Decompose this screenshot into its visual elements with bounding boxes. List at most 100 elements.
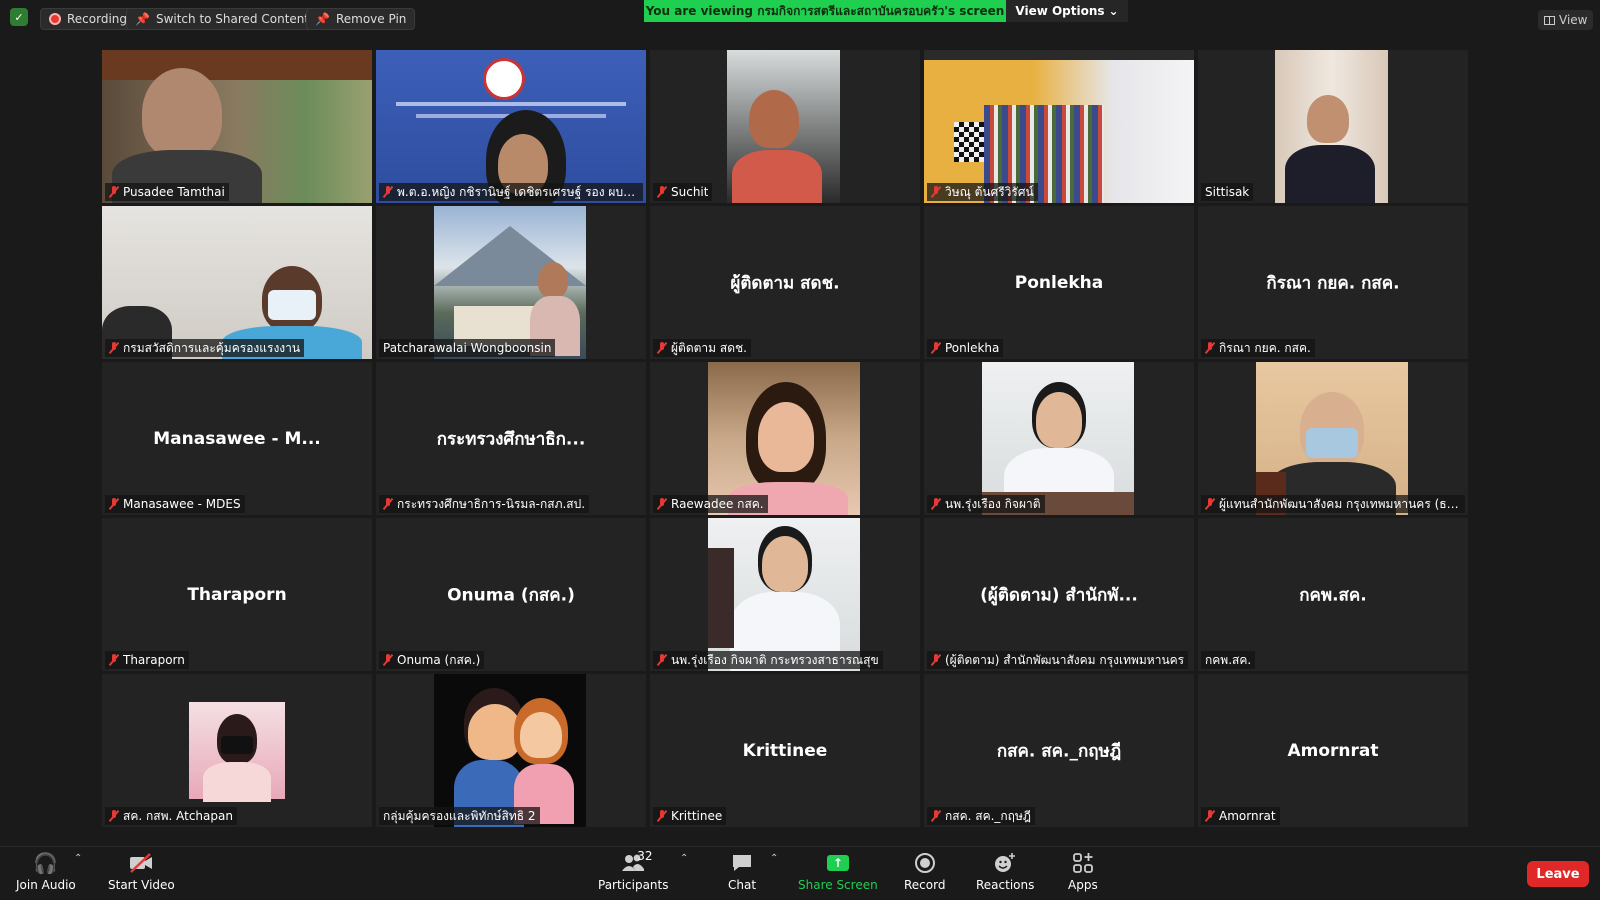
participant-display-name: Manasawee - M... xyxy=(153,428,321,449)
participant-name-label: (ผู้ติดตาม) สำนักพัฒนาสังคม กรุงเทพมหานค… xyxy=(927,651,1189,669)
mic-muted-icon xyxy=(931,186,941,198)
remove-pin-button[interactable]: 📌 Remove Pin xyxy=(306,8,416,30)
headphones-icon: 🎧 xyxy=(33,851,59,875)
share-screen-button[interactable]: ↑ Share Screen xyxy=(798,851,878,892)
participant-tile[interactable]: กิรณา กยค. กสค. กิรณา กยค. กสค. xyxy=(1198,206,1468,359)
participant-display-name: กคพ.สค. xyxy=(1299,585,1367,605)
apps-label: Apps xyxy=(1068,878,1098,892)
participant-tile[interactable]: ผู้แทนสำนักพัฒนาสังคม กรุงเทพมหานคร (ธนิ… xyxy=(1198,362,1468,515)
recording-dot-icon xyxy=(49,13,61,25)
participant-tile[interactable]: พ.ต.อ.หญิง กชิรานิษฐ์ เดชิตรเศรษฐ์ รอง ผ… xyxy=(376,50,646,203)
mic-muted-icon xyxy=(109,654,119,666)
participant-video xyxy=(1256,362,1408,515)
participant-name-label: กคพ.สค. xyxy=(1201,651,1256,669)
mic-muted-icon xyxy=(657,810,667,822)
participant-tile[interactable]: (ผู้ติดตาม) สำนักพั... (ผู้ติดตาม) สำนัก… xyxy=(924,518,1194,671)
switch-to-shared-content-button[interactable]: 📌 Switch to Shared Content xyxy=(126,8,319,30)
participant-tile[interactable]: Manasawee - M... Manasawee - MDES xyxy=(102,362,372,515)
share-screen-icon: ↑ xyxy=(826,851,849,875)
participant-tile[interactable]: Raewadee กสค. xyxy=(650,362,920,515)
participant-video xyxy=(708,518,860,671)
participant-name-label: กระทรวงศึกษาธิการ-นิรมล-กสภ.สป. xyxy=(379,495,590,513)
participant-tile[interactable]: ผู้ติดตาม สดช. ผู้ติดตาม สดช. xyxy=(650,206,920,359)
participant-name-label: ผู้ติดตาม สดช. xyxy=(653,339,751,357)
mic-muted-icon xyxy=(657,654,667,666)
chat-icon xyxy=(731,851,753,875)
participant-tile[interactable]: นพ.รุ่งเรือง กิจผาติ xyxy=(924,362,1194,515)
reactions-button[interactable]: Reactions xyxy=(976,851,1034,892)
participant-name-label: Amornrat xyxy=(1201,807,1280,825)
mic-muted-icon xyxy=(383,498,393,510)
participant-tile[interactable]: กคพ.สค. กคพ.สค. xyxy=(1198,518,1468,671)
participant-name-label: กรมสวัสดิการและคุ้มครองแรงงาน xyxy=(105,339,305,357)
mic-muted-icon xyxy=(383,654,393,666)
chevron-up-icon[interactable]: ⌃ xyxy=(74,853,82,864)
mic-muted-icon xyxy=(657,342,667,354)
participant-tile[interactable]: นพ.รุ่งเรือง กิจผาติ กระทรวงสาธารณสุข xyxy=(650,518,920,671)
participant-tile[interactable]: Suchit xyxy=(650,50,920,203)
participant-tile[interactable]: Krittinee Krittinee xyxy=(650,674,920,827)
participant-display-name: กระทรวงศึกษาธิก... xyxy=(436,429,586,449)
participant-video xyxy=(727,50,840,203)
leave-button[interactable]: Leave xyxy=(1527,861,1589,887)
recording-label: Recording xyxy=(67,12,128,26)
participant-tile[interactable]: วิษณุ ต้นศรีวิรัศน์ xyxy=(924,50,1194,203)
participant-video xyxy=(434,674,586,827)
view-options-label: View Options xyxy=(1015,4,1105,18)
apps-button[interactable]: Apps xyxy=(1068,851,1098,892)
mic-muted-icon xyxy=(109,810,119,822)
participant-tile[interactable]: กสค. สค._กฤษฎี กสค. สค._กฤษฎี xyxy=(924,674,1194,827)
record-icon xyxy=(914,851,936,875)
participant-tile[interactable]: กรมสวัสดิการและคุ้มครองแรงงาน xyxy=(102,206,372,359)
view-label: View xyxy=(1559,13,1588,27)
participant-tile[interactable]: Tharaporn Tharaporn xyxy=(102,518,372,671)
participant-tile[interactable]: Onuma (กสค.) Onuma (กสค.) xyxy=(376,518,646,671)
chat-button[interactable]: Chat xyxy=(728,851,756,892)
participant-name-label: วิษณุ ต้นศรีวิรัศน์ xyxy=(927,183,1038,201)
switch-label: Switch to Shared Content xyxy=(155,12,310,26)
participant-tile[interactable]: Pusadee Tamthai xyxy=(102,50,372,203)
apps-icon xyxy=(1072,851,1094,875)
start-video-label: Start Video xyxy=(108,878,175,892)
recording-indicator[interactable]: Recording xyxy=(40,8,137,30)
record-button[interactable]: Record xyxy=(904,851,945,892)
start-video-button[interactable]: Start Video xyxy=(108,851,175,892)
participant-tile[interactable]: Patcharawalai Wongboonsin xyxy=(376,206,646,359)
participant-tile[interactable]: Ponlekha Ponlekha xyxy=(924,206,1194,359)
participant-name-label: Raewadee กสค. xyxy=(653,495,768,513)
participant-tile[interactable]: สค. กสพ. Atchapan xyxy=(102,674,372,827)
security-shield-icon[interactable]: ✓ xyxy=(10,8,28,26)
mic-muted-icon xyxy=(109,342,119,354)
mic-muted-icon xyxy=(1205,342,1215,354)
view-button[interactable]: View xyxy=(1538,10,1594,30)
participant-tile[interactable]: กระทรวงศึกษาธิก... กระทรวงศึกษาธิการ-นิร… xyxy=(376,362,646,515)
participant-name-label: Manasawee - MDES xyxy=(105,495,245,513)
participants-button[interactable]: 32 Participants xyxy=(598,849,669,892)
join-audio-button[interactable]: 🎧 Join Audio xyxy=(16,851,76,892)
participant-name-label: Pusadee Tamthai xyxy=(105,183,229,201)
participant-tile[interactable]: Amornrat Amornrat xyxy=(1198,674,1468,827)
participant-name-label: กิรณา กยค. กสค. xyxy=(1201,339,1315,357)
mic-muted-icon xyxy=(1205,498,1215,510)
pin-icon: 📌 xyxy=(315,12,330,26)
pin-icon: 📌 xyxy=(135,12,150,26)
participant-name-label: Krittinee xyxy=(653,807,727,825)
chevron-up-icon[interactable]: ⌃ xyxy=(680,853,688,864)
view-options-button[interactable]: View Options ⌄ xyxy=(1006,0,1128,22)
participant-name-label: กลุ่มคุ้มครองและพิทักษ์สิทธิ 2 xyxy=(379,807,540,825)
participant-display-name: Amornrat xyxy=(1287,740,1379,761)
reactions-icon xyxy=(993,851,1017,875)
participant-name-label: สค. กสพ. Atchapan xyxy=(105,807,237,825)
participants-count: 32 xyxy=(637,849,653,863)
participant-video xyxy=(102,50,372,203)
chevron-up-icon[interactable]: ⌃ xyxy=(770,853,778,864)
participant-name-label: Patcharawalai Wongboonsin xyxy=(379,339,556,357)
record-label: Record xyxy=(904,878,946,892)
mic-muted-icon xyxy=(109,498,119,510)
participant-tile[interactable]: กลุ่มคุ้มครองและพิทักษ์สิทธิ 2 xyxy=(376,674,646,827)
participant-tile[interactable]: Sittisak xyxy=(1198,50,1468,203)
share-screen-label: Share Screen xyxy=(798,878,878,892)
participant-display-name: กิรณา กยค. กสค. xyxy=(1266,273,1400,293)
participant-name-label: Sittisak xyxy=(1201,183,1254,201)
participant-display-name: Ponlekha xyxy=(1014,272,1104,293)
